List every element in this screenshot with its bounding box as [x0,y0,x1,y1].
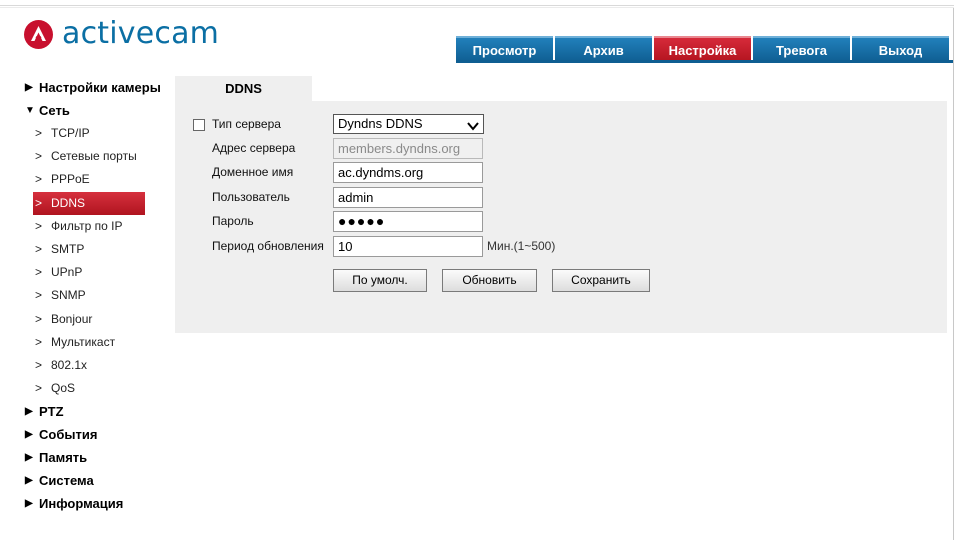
user-label: Пользователь [212,190,290,204]
triangle-down-icon: ▼ [25,105,35,116]
sidebar-item-label: 802.1x [51,357,88,372]
sidebar-section-network[interactable]: ▼ Сеть [25,99,165,122]
sidebar-item-snmp[interactable]: > SNMP [25,284,165,307]
server-type-label: Тип сервера [212,117,281,131]
logo: activecam [24,16,219,52]
sidebar-item-ports[interactable]: > Сетевые порты [25,145,165,168]
sidebar-section-label: Сеть [39,103,70,118]
chevron-right-icon: > [35,357,43,372]
sidebar-item-label: Bonjour [51,311,93,326]
sidebar-item-qos[interactable]: > QoS [25,377,165,400]
chevron-right-icon: > [35,242,43,257]
password-field[interactable]: ●●●●● [333,211,483,232]
sidebar-item-upnp[interactable]: > UPnP [25,261,165,284]
sidebar-section-storage[interactable]: ▶ Память [25,446,165,469]
sidebar-section-label: PTZ [39,404,64,420]
user-field[interactable]: admin [333,187,483,208]
sidebar-item-ddns[interactable]: > DDNS [33,191,145,215]
sidebar-item-label: QoS [51,381,76,396]
nav-underline [456,60,954,63]
sidebar-item-label: Мультикаст [51,334,116,349]
chevron-right-icon: > [35,334,43,349]
sidebar-section-info[interactable]: ▶ Информация [25,492,165,515]
save-button[interactable]: Сохранить [552,269,650,292]
period-field[interactable]: 10 [333,236,483,257]
triangle-right-icon: ▶ [25,406,33,418]
top-border [0,5,954,6]
chevron-right-icon: > [35,288,43,303]
sidebar-item-label: SMTP [51,242,85,257]
sidebar-section-label: Память [39,450,88,466]
chevron-right-icon: > [35,195,43,210]
chevron-right-icon: > [35,218,43,233]
sidebar-item-pppoe[interactable]: > PPPoE [25,168,165,191]
tab-archive[interactable]: Архив [555,36,652,62]
ddns-panel: Тип сервера Dyndns DDNS Адрес сервера me… [175,101,947,333]
chevron-right-icon: > [35,311,43,326]
sidebar-item-ip-filter[interactable]: > Фильтр по IP [25,215,165,238]
refresh-button[interactable]: Обновить [442,269,537,292]
sidebar-item-label: TCP/IP [51,126,90,141]
sidebar-section-label: Информация [39,496,124,512]
top-border-inner [0,7,954,8]
tab-alarm[interactable]: Тревога [753,36,850,62]
triangle-right-icon: ▶ [25,82,33,93]
sidebar-section-events[interactable]: ▶ События [25,423,165,446]
default-button[interactable]: По умолч. [333,269,427,292]
tab-view[interactable]: Просмотр [456,36,553,62]
sidebar-item-label: Сетевые порты [51,149,137,164]
server-address-label: Адрес сервера [212,141,296,155]
period-label: Период обновления [212,239,324,253]
sidebar-item-bonjour[interactable]: > Bonjour [25,308,165,331]
sidebar-item-label: Фильтр по IP [51,218,123,233]
sidebar-item-label: PPPoE [51,172,90,187]
domain-label: Доменное имя [212,165,294,179]
chevron-right-icon: > [35,381,43,396]
password-label: Пароль [212,214,254,228]
triangle-right-icon: ▶ [25,498,33,510]
sidebar-section-camera[interactable]: ▶ Настройки камеры [25,76,165,99]
sidebar-section-label: События [39,427,98,443]
chevron-right-icon: > [35,265,43,280]
chevron-down-icon [467,118,479,136]
chevron-right-icon: > [35,149,43,164]
tab-ddns[interactable]: DDNS [175,76,312,101]
sidebar-item-smtp[interactable]: > SMTP [25,238,165,261]
server-type-select[interactable]: Dyndns DDNS [333,114,484,134]
period-unit: Мин.(1~500) [487,239,556,253]
sidebar-section-ptz[interactable]: ▶ PTZ [25,400,165,423]
triangle-right-icon: ▶ [25,452,33,464]
sidebar-section-label: Настройки камеры [39,80,161,95]
sidebar-item-tcpip[interactable]: > TCP/IP [25,122,165,145]
server-type-checkbox[interactable] [193,119,205,131]
sidebar-item-label: SNMP [51,288,86,303]
server-address-field: members.dyndns.org [333,138,483,159]
tab-logout[interactable]: Выход [852,36,949,62]
sidebar-item-multicast[interactable]: > Мультикаст [25,331,165,354]
tab-settings[interactable]: Настройка [654,36,751,62]
logo-icon [24,19,53,49]
domain-field[interactable]: ac.dyndms.org [333,162,483,183]
main-nav: Просмотр Архив Настройка Тревога Выход [456,36,949,62]
triangle-right-icon: ▶ [25,475,33,487]
chevron-right-icon: > [35,172,43,187]
sidebar-item-label: UPnP [51,265,83,280]
sidebar: ▶ Настройки камеры ▼ Сеть > TCP/IP > Сетев… [25,76,165,515]
chevron-right-icon: > [35,126,43,141]
triangle-right-icon: ▶ [25,429,33,441]
sidebar-item-8021x[interactable]: >802.1x [25,354,165,377]
sidebar-section-system[interactable]: ▶ Система [25,469,165,492]
server-type-value: Dyndns DDNS [338,116,423,131]
header: activecam Просмотр Архив Настройка Трево… [0,0,954,66]
sidebar-section-label: Система [39,473,94,489]
sidebar-item-label: DDNS [51,195,86,210]
logo-text: activecam [62,16,220,51]
